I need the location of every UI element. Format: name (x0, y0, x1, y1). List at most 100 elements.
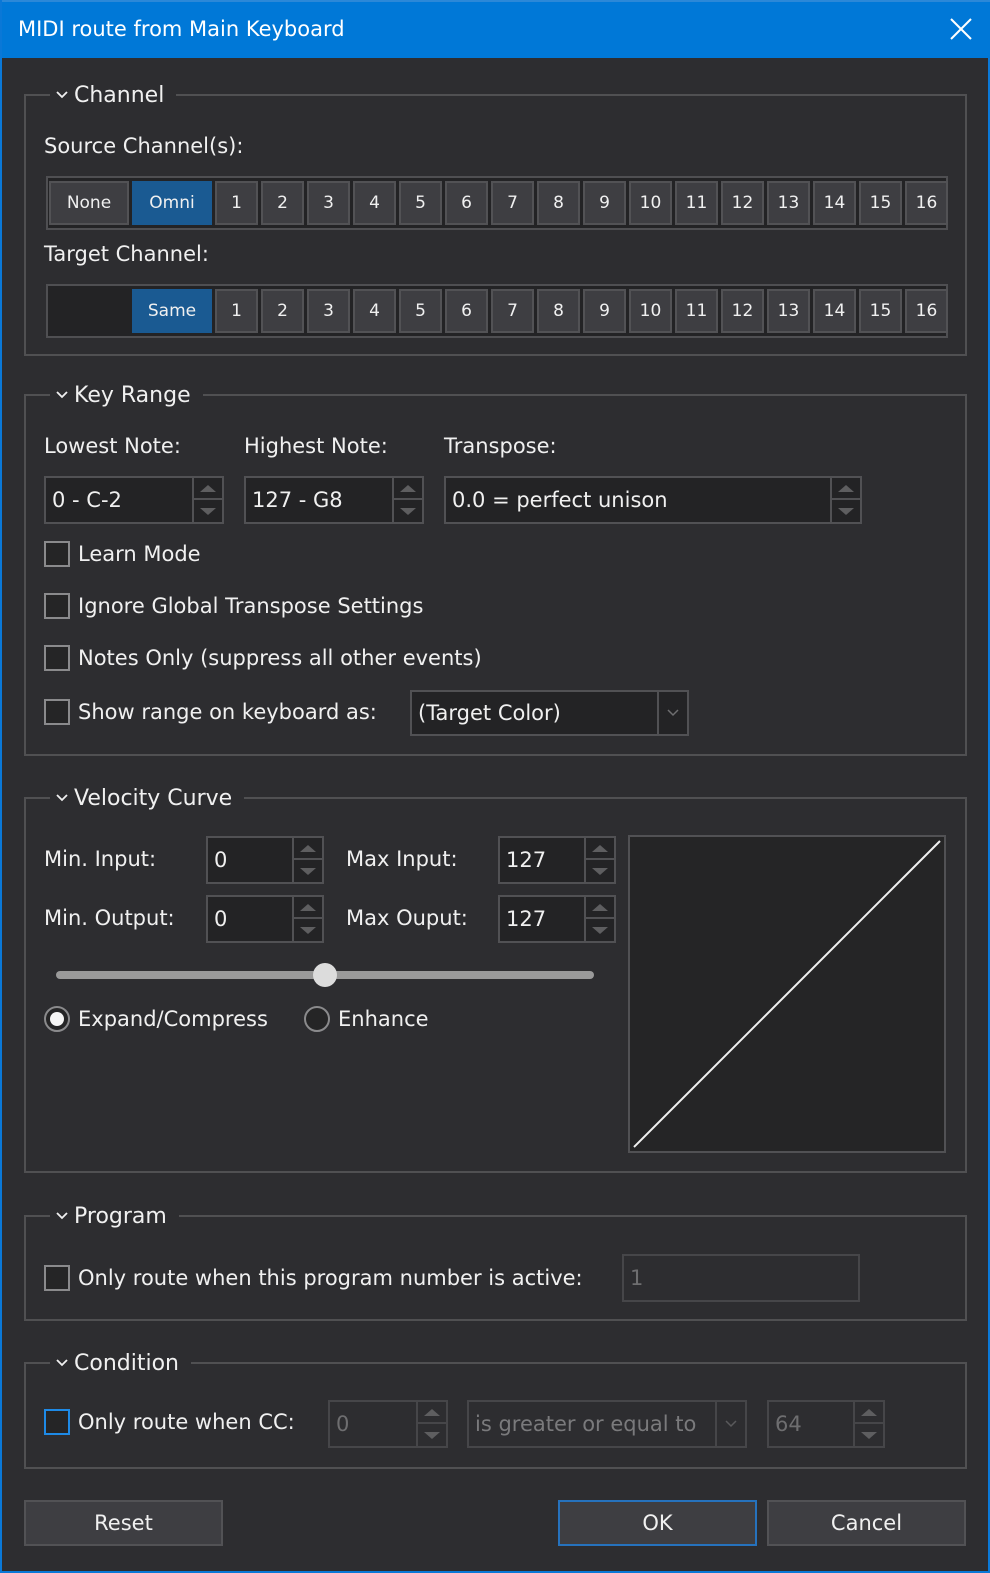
source-channel-button-7[interactable]: 7 (491, 181, 534, 225)
transpose-value[interactable]: 0.0 = perfect unison (452, 478, 668, 522)
highest-note-increment[interactable] (394, 478, 422, 500)
cc-value-spinbox[interactable]: 64 (767, 1400, 885, 1448)
transpose-decrement[interactable] (832, 500, 860, 522)
source-channel-button-4[interactable]: 4 (353, 181, 396, 225)
target-channel-button-5[interactable]: 5 (399, 289, 442, 333)
transpose-spinbox[interactable]: 0.0 = perfect unison (444, 476, 862, 524)
lowest-note-increment[interactable] (194, 478, 222, 500)
source-channel-button-5[interactable]: 5 (399, 181, 442, 225)
title-bar[interactable]: MIDI route from Main Keyboard (2, 0, 990, 58)
radio-button[interactable] (304, 1006, 330, 1032)
channel-group-toggle[interactable]: Channel (50, 78, 177, 112)
curve-slider[interactable] (56, 963, 594, 987)
source-channel-button-15[interactable]: 15 (859, 181, 902, 225)
source-channel-button-9[interactable]: 9 (583, 181, 626, 225)
source-channel-button-1[interactable]: 1 (215, 181, 258, 225)
highest-note-decrement[interactable] (394, 500, 422, 522)
target-channel-button-13[interactable]: 13 (767, 289, 810, 333)
checkbox-box[interactable] (44, 699, 70, 725)
cc-number-spinbox[interactable]: 0 (328, 1400, 448, 1448)
reset-button[interactable]: Reset (24, 1500, 223, 1546)
curve-slider-thumb[interactable] (313, 963, 337, 987)
velocity-curve-group-toggle[interactable]: Velocity Curve (50, 781, 245, 815)
cc-value-value[interactable]: 64 (775, 1402, 802, 1446)
max-output-increment[interactable] (586, 897, 614, 919)
min-output-spinbox[interactable]: 0 (206, 895, 324, 943)
close-button[interactable] (948, 16, 974, 42)
radio-button[interactable] (44, 1006, 70, 1032)
transpose-increment[interactable] (832, 478, 860, 500)
notes-only-checkbox[interactable]: Notes Only (suppress all other events) (44, 645, 482, 671)
min-output-value[interactable]: 0 (214, 897, 227, 941)
target-channel-button-16[interactable]: 16 (905, 289, 948, 333)
target-channel-button-same[interactable]: Same (132, 289, 212, 333)
highest-note-spinbox[interactable]: 127 - G8 (244, 476, 424, 524)
expand-compress-radio[interactable]: Expand/Compress (44, 1006, 268, 1032)
program-number-value[interactable]: 1 (630, 1256, 643, 1300)
source-channel-button-11[interactable]: 11 (675, 181, 718, 225)
max-input-value[interactable]: 127 (506, 838, 546, 882)
target-channel-button-15[interactable]: 15 (859, 289, 902, 333)
dropdown-arrow[interactable] (715, 1402, 745, 1446)
show-range-checkbox[interactable]: Show range on keyboard as: (44, 699, 377, 725)
max-output-decrement[interactable] (586, 919, 614, 941)
target-channel-button-14[interactable]: 14 (813, 289, 856, 333)
program-group-toggle[interactable]: Program (50, 1199, 179, 1233)
cc-only-route-checkbox[interactable]: Only route when CC: (44, 1409, 295, 1435)
enhance-radio[interactable]: Enhance (304, 1006, 429, 1032)
checkbox-box[interactable] (44, 1409, 70, 1435)
source-channel-button-2[interactable]: 2 (261, 181, 304, 225)
source-channel-button-6[interactable]: 6 (445, 181, 488, 225)
target-channel-button-4[interactable]: 4 (353, 289, 396, 333)
checkbox-box[interactable] (44, 1265, 70, 1291)
key-range-group-toggle[interactable]: Key Range (50, 378, 203, 412)
source-channel-button-8[interactable]: 8 (537, 181, 580, 225)
cc-value-decrement[interactable] (855, 1424, 883, 1446)
source-channel-button-10[interactable]: 10 (629, 181, 672, 225)
min-output-decrement[interactable] (294, 919, 322, 941)
condition-group-toggle[interactable]: Condition (50, 1346, 191, 1380)
program-number-input[interactable]: 1 (622, 1254, 860, 1302)
max-input-increment[interactable] (586, 838, 614, 860)
target-channel-button-10[interactable]: 10 (629, 289, 672, 333)
checkbox-box[interactable] (44, 541, 70, 567)
source-channel-button-3[interactable]: 3 (307, 181, 350, 225)
highest-note-value[interactable]: 127 - G8 (252, 478, 343, 522)
target-channel-button-12[interactable]: 12 (721, 289, 764, 333)
source-channel-button-none[interactable]: None (49, 181, 129, 225)
cc-value-increment[interactable] (855, 1402, 883, 1424)
max-output-value[interactable]: 127 (506, 897, 546, 941)
cc-comparison-dropdown[interactable]: is greater or equal to (467, 1400, 747, 1448)
target-channel-button-9[interactable]: 9 (583, 289, 626, 333)
target-channel-button-6[interactable]: 6 (445, 289, 488, 333)
target-channel-button-1[interactable]: 1 (215, 289, 258, 333)
ok-button[interactable]: OK (558, 1500, 757, 1546)
max-output-spinbox[interactable]: 127 (498, 895, 616, 943)
lowest-note-spinbox[interactable]: 0 - C-2 (44, 476, 224, 524)
source-channel-button-16[interactable]: 16 (905, 181, 948, 225)
cancel-button[interactable]: Cancel (767, 1500, 966, 1546)
min-input-value[interactable]: 0 (214, 838, 227, 882)
min-input-decrement[interactable] (294, 860, 322, 882)
source-channel-button-14[interactable]: 14 (813, 181, 856, 225)
cc-number-increment[interactable] (418, 1402, 446, 1424)
source-channel-button-12[interactable]: 12 (721, 181, 764, 225)
target-channel-button-7[interactable]: 7 (491, 289, 534, 333)
source-channel-button-13[interactable]: 13 (767, 181, 810, 225)
checkbox-box[interactable] (44, 645, 70, 671)
cc-number-value[interactable]: 0 (336, 1402, 349, 1446)
max-input-spinbox[interactable]: 127 (498, 836, 616, 884)
target-channel-button-2[interactable]: 2 (261, 289, 304, 333)
max-input-decrement[interactable] (586, 860, 614, 882)
lowest-note-value[interactable]: 0 - C-2 (52, 478, 122, 522)
learn-mode-checkbox[interactable]: Learn Mode (44, 541, 201, 567)
min-input-spinbox[interactable]: 0 (206, 836, 324, 884)
min-input-increment[interactable] (294, 838, 322, 860)
lowest-note-decrement[interactable] (194, 500, 222, 522)
cc-number-decrement[interactable] (418, 1424, 446, 1446)
source-channel-button-omni[interactable]: Omni (132, 181, 212, 225)
target-channel-button-8[interactable]: 8 (537, 289, 580, 333)
ignore-global-transpose-checkbox[interactable]: Ignore Global Transpose Settings (44, 593, 423, 619)
program-only-route-checkbox[interactable]: Only route when this program number is a… (44, 1265, 583, 1291)
min-output-increment[interactable] (294, 897, 322, 919)
